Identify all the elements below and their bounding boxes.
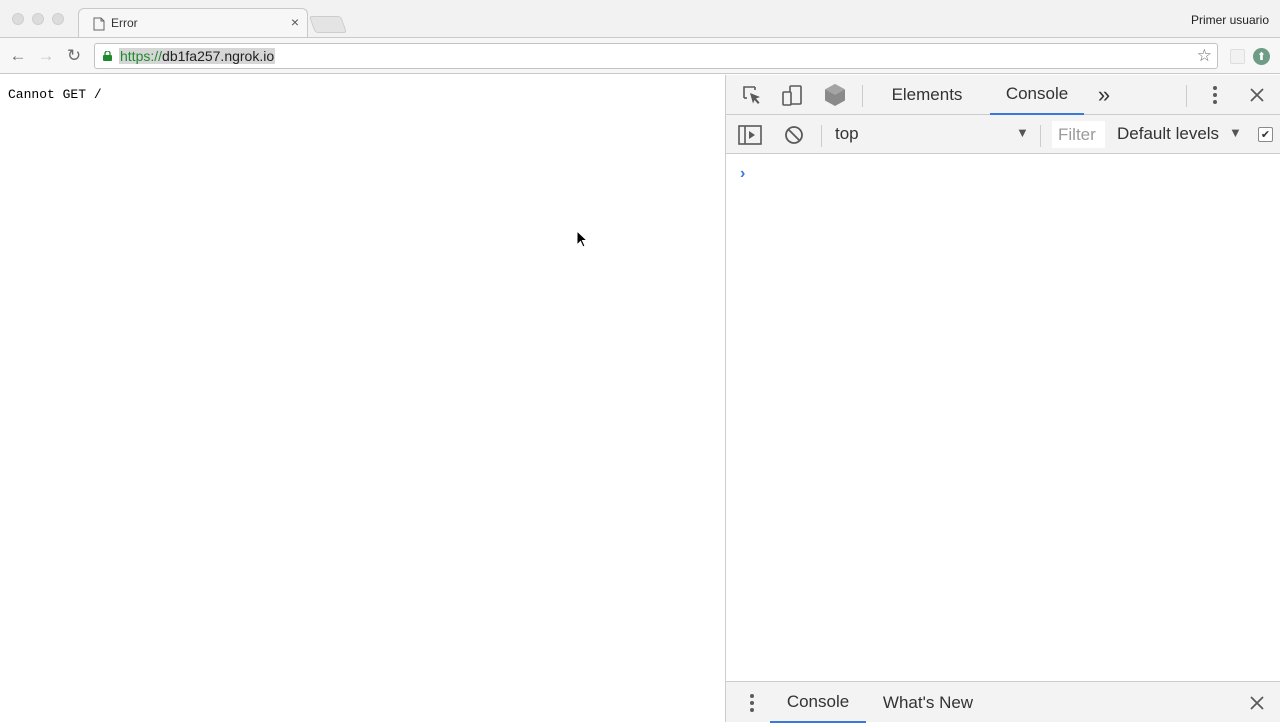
url-host: db1fa257.ngrok.io: [162, 48, 275, 64]
bookmark-star-icon[interactable]: ☆: [1197, 46, 1212, 66]
browser-toolbar: ← → ↻ https://db1fa257.ngrok.io ☆ ⬆: [0, 37, 1280, 74]
drawer-tab-console[interactable]: Console: [770, 682, 866, 723]
close-devtools-icon[interactable]: [1245, 83, 1269, 107]
browser-tab[interactable]: Error ×: [78, 8, 308, 38]
profile-name[interactable]: Primer usuario: [1191, 13, 1269, 27]
devtools-panel: Elements Console » top ▼ Filter Default …: [725, 75, 1280, 723]
lock-icon: [103, 51, 112, 61]
page-viewport: Cannot GET /: [0, 75, 726, 722]
sidebar-toggle-icon[interactable]: [738, 123, 762, 147]
extension-update-icon[interactable]: ⬆: [1253, 48, 1270, 65]
error-message: Cannot GET /: [8, 87, 102, 102]
device-toolbar-icon[interactable]: [780, 83, 804, 107]
console-toolbar: top ▼ Filter Default levels ▼ ✔: [726, 115, 1280, 154]
more-options-icon[interactable]: [1203, 83, 1227, 107]
levels-dropdown-icon[interactable]: ▼: [1229, 125, 1242, 140]
tab-elements[interactable]: Elements: [882, 75, 972, 115]
window-minimize-button[interactable]: [32, 13, 44, 25]
browser-titlebar: Error × Primer usuario: [0, 0, 1280, 38]
reload-icon[interactable]: ↻: [64, 46, 84, 66]
forward-icon[interactable]: →: [36, 46, 56, 66]
toolbar-divider: [1186, 85, 1187, 107]
window-zoom-button[interactable]: [52, 13, 64, 25]
mouse-cursor-icon: [576, 230, 588, 248]
drawer-tab-whats-new[interactable]: What's New: [872, 682, 984, 723]
back-icon[interactable]: ←: [8, 46, 28, 66]
drawer-menu-icon[interactable]: [740, 691, 764, 715]
devtools-drawer: Console What's New: [726, 681, 1280, 723]
inspect-element-icon[interactable]: [740, 83, 764, 107]
clear-console-icon[interactable]: [782, 123, 806, 147]
more-tabs-chevron-icon[interactable]: »: [1092, 75, 1116, 115]
toolbar-divider: [821, 125, 822, 147]
tab-console[interactable]: Console: [990, 75, 1084, 115]
3d-view-icon[interactable]: [823, 83, 847, 107]
context-dropdown-icon[interactable]: ▼: [1016, 125, 1029, 140]
extension-icon[interactable]: [1230, 49, 1245, 64]
url-text[interactable]: https://db1fa257.ngrok.io: [119, 48, 276, 64]
tab-close-icon[interactable]: ×: [291, 15, 299, 29]
console-prompt-chevron-icon[interactable]: ›: [740, 165, 745, 183]
toolbar-divider: [1040, 125, 1041, 147]
toolbar-divider: [862, 85, 863, 107]
new-tab-button[interactable]: [308, 16, 348, 33]
window-close-button[interactable]: [12, 13, 24, 25]
filter-input[interactable]: Filter: [1052, 121, 1105, 148]
url-scheme: https://: [120, 48, 163, 64]
document-icon: [93, 17, 105, 31]
context-selector[interactable]: top: [835, 124, 859, 144]
close-drawer-icon[interactable]: [1245, 691, 1269, 715]
settings-checkbox[interactable]: ✔: [1258, 127, 1273, 142]
devtools-tabbar: Elements Console »: [726, 75, 1280, 115]
address-bar[interactable]: https://db1fa257.ngrok.io ☆: [94, 43, 1218, 69]
tab-title: Error: [111, 16, 138, 30]
log-levels-dropdown[interactable]: Default levels: [1117, 124, 1219, 144]
